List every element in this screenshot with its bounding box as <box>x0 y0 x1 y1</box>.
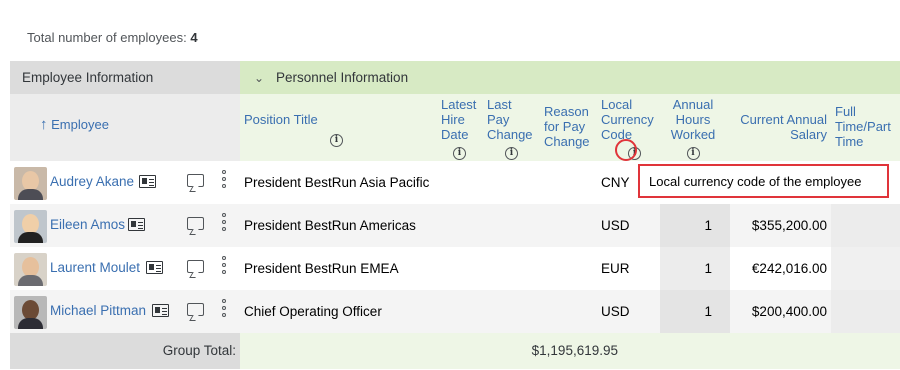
info-icon[interactable]: i <box>330 134 343 147</box>
column-latest-hire-date-line3: Date <box>441 127 469 142</box>
column-employee[interactable]: ↑ Employee <box>40 117 109 132</box>
column-reason-for-pay-change[interactable]: Reason for Pay Change <box>544 104 590 149</box>
column-last-pay-change-line1: Last <box>487 97 512 112</box>
info-icon[interactable]: i <box>686 147 700 160</box>
currency-cell: USD <box>601 304 630 319</box>
column-last-pay-change[interactable]: Last Pay Change i <box>487 97 533 160</box>
chevron-down-icon[interactable]: ⌄ <box>254 71 264 85</box>
avatar <box>14 296 47 329</box>
full-part-time-cell <box>831 247 900 290</box>
column-salary-line2: Salary <box>790 127 827 142</box>
table-row[interactable]: Laurent Moulet President BestRun EMEA EU… <box>10 247 900 290</box>
column-last-pay-change-line3: Change <box>487 127 533 142</box>
column-last-pay-change-line2: Pay <box>487 112 510 127</box>
employee-count-label: Total number of employees: <box>27 30 187 45</box>
salary-cell: $355,200.00 <box>751 218 827 233</box>
group-total-row: Group Total: $1,195,619.95 <box>10 333 900 369</box>
column-latest-hire-date[interactable]: Latest Hire Date i <box>441 97 476 160</box>
column-hours-line2: Hours <box>675 112 711 127</box>
column-salary-line1: Current Annual <box>740 112 827 127</box>
salary-cell: €242,016.00 <box>751 261 827 276</box>
group-personnel-label: Personnel Information <box>276 70 409 85</box>
position-title-cell: President BestRun Asia Pacific <box>244 175 430 190</box>
employee-name-link[interactable]: Laurent Moulet <box>50 260 140 275</box>
column-currency-line2: Currency <box>601 112 654 127</box>
more-options-icon[interactable] <box>222 170 226 191</box>
avatar <box>14 253 47 286</box>
avatar <box>14 210 47 243</box>
employee-name-link[interactable]: Michael Pittman <box>50 303 146 318</box>
group-employee-information: Employee Information <box>10 61 240 94</box>
hours-cell: 1 <box>660 290 730 333</box>
table-row[interactable]: Michael Pittman Chief Operating Officer … <box>10 290 900 333</box>
info-icon[interactable]: i <box>505 147 518 160</box>
table-row[interactable]: Eileen Amos President BestRun Americas U… <box>10 204 900 247</box>
position-title-cell: President BestRun EMEA <box>244 261 399 276</box>
column-fpt-line2: Time/Part <box>835 119 891 134</box>
column-employee-label: Employee <box>51 117 109 132</box>
group-total-value: $1,195,619.95 <box>531 343 618 358</box>
more-options-icon[interactable] <box>222 299 226 320</box>
salary-cell: $200,400.00 <box>751 304 827 319</box>
comment-icon[interactable] <box>187 174 204 187</box>
hours-cell: 1 <box>660 247 730 290</box>
column-hours-line1: Annual <box>672 97 714 112</box>
column-reason-line2: for Pay <box>544 119 586 134</box>
employee-name-link[interactable]: Audrey Akane <box>50 174 134 189</box>
column-fpt-line3: Time <box>835 134 864 149</box>
column-latest-hire-date-line1: Latest <box>441 97 477 112</box>
column-position-title-label: Position Title <box>244 112 318 127</box>
more-options-icon[interactable] <box>222 256 226 277</box>
currency-cell: USD <box>601 218 630 233</box>
column-reason-line3: Change <box>544 134 590 149</box>
highlight-circle <box>615 139 637 161</box>
comment-icon[interactable] <box>187 217 204 230</box>
group-header-row: Employee Information ⌄ Personnel Informat… <box>10 61 900 94</box>
group-total-label: Group Total: <box>10 333 240 369</box>
column-currency-line1: Local <box>601 97 633 112</box>
position-title-cell: Chief Operating Officer <box>244 304 382 319</box>
currency-cell: EUR <box>601 261 630 276</box>
column-latest-hire-date-line2: Hire <box>441 112 465 127</box>
column-header-row: ↑ Employee Position Title i Latest Hire … <box>10 94 900 161</box>
hours-cell: 1 <box>660 204 730 247</box>
column-current-annual-salary[interactable]: Current Annual Salary <box>728 112 827 142</box>
employee-count-value: 4 <box>190 30 198 45</box>
id-card-icon[interactable] <box>128 218 145 231</box>
column-reason-line1: Reason <box>544 104 589 119</box>
comment-icon[interactable] <box>187 303 204 316</box>
currency-cell: CNY <box>601 175 630 190</box>
more-options-icon[interactable] <box>222 213 226 234</box>
currency-tooltip: Local currency code of the employee <box>638 164 889 198</box>
full-part-time-cell <box>831 204 900 247</box>
avatar <box>14 167 47 200</box>
column-position-title[interactable]: Position Title i <box>244 112 343 147</box>
id-card-icon[interactable] <box>146 261 163 274</box>
position-title-cell: President BestRun Americas <box>244 218 416 233</box>
id-card-icon[interactable] <box>152 304 169 317</box>
employee-count: Total number of employees: 4 <box>27 30 198 45</box>
column-hours-line3: Worked <box>670 127 716 142</box>
full-part-time-cell <box>831 290 900 333</box>
employee-name-link[interactable]: Eileen Amos <box>50 217 125 232</box>
group-personnel-information[interactable]: ⌄ Personnel Information <box>240 61 900 94</box>
column-annual-hours-worked[interactable]: Annual Hours Worked i <box>668 97 718 160</box>
info-icon[interactable]: i <box>453 147 466 160</box>
column-fpt-line1: Full <box>835 104 856 119</box>
id-card-icon[interactable] <box>139 175 156 188</box>
arrow-up-icon: ↑ <box>40 116 48 133</box>
column-full-part-time[interactable]: Full Time/Part Time <box>835 104 891 149</box>
comment-icon[interactable] <box>187 260 204 273</box>
